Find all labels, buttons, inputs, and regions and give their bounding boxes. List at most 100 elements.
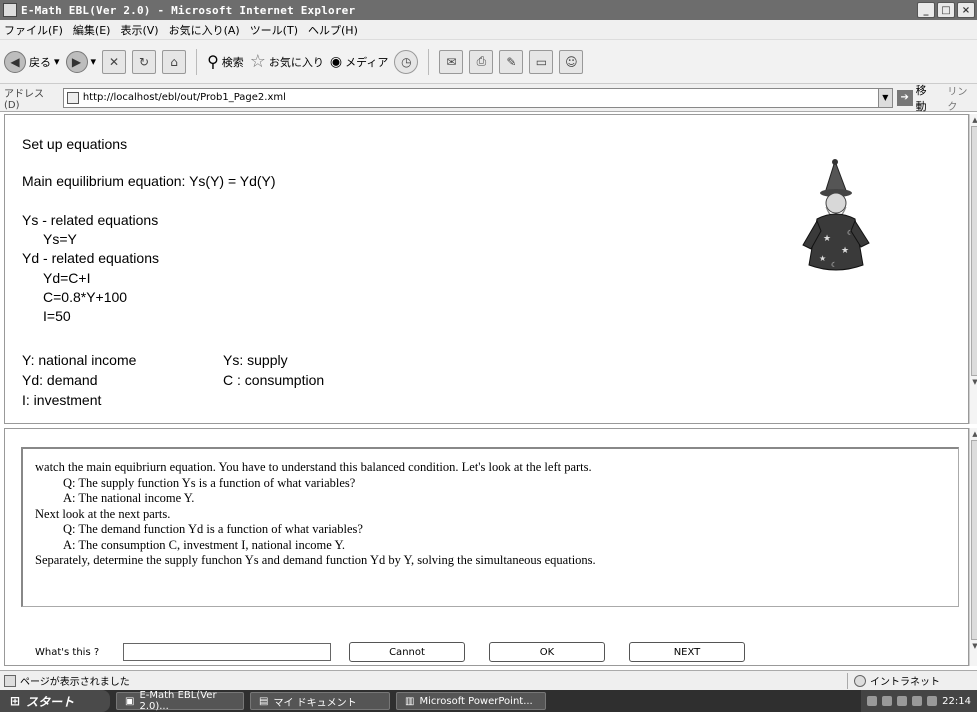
stop-icon[interactable]: ✕ [102, 49, 127, 74]
hint-frame: watch the main equibriurn equation. You … [4, 428, 969, 666]
wizard-character-image: ★ ★ ★ ☾ ☾ [802, 159, 870, 271]
back-label: 戻る [29, 55, 51, 69]
def-supply: Ys: supply [223, 352, 288, 368]
start-button[interactable]: ⊞ スタート [0, 690, 110, 712]
tray-network-icon[interactable] [867, 696, 878, 706]
start-label: スタート [26, 694, 75, 709]
menu-file[interactable]: ファイル(F) [4, 22, 63, 38]
back-button[interactable]: ◀ 戻る ▾ [4, 50, 60, 73]
home-icon[interactable]: ⌂ [162, 49, 187, 74]
search-button[interactable]: ⚲ 検索 [207, 52, 244, 71]
answer-controls: What's this ? Cannot OK NEXT [35, 642, 745, 662]
ys-header: Ys - related equations [22, 212, 159, 228]
scroll-down-icon[interactable]: ▼ [970, 376, 977, 388]
scroll-down-icon[interactable]: ▼ [970, 640, 977, 652]
address-bar: アドレス(D) http://localhost/ebl/out/Prob1_P… [0, 82, 977, 114]
next-button[interactable]: NEXT [629, 642, 745, 662]
def-demand: Yd: demand [22, 372, 98, 388]
menu-view[interactable]: 表示(V) [120, 22, 158, 38]
tray-ime-icon[interactable] [882, 696, 893, 706]
print-icon[interactable]: ⎙ [469, 49, 494, 74]
consumption-equation: C=0.8*Y+100 [43, 289, 128, 305]
discuss-icon[interactable]: ▭ [529, 49, 554, 74]
toolbar-separator [428, 48, 430, 75]
toolbar-separator [196, 48, 198, 75]
whats-this-input[interactable] [123, 643, 331, 661]
chevron-down-icon[interactable]: ▼ [877, 88, 892, 107]
scroll-up-icon[interactable]: ▲ [970, 114, 977, 126]
status-left: ページが表示されました [4, 673, 847, 688]
browser-toolbar: ◀ 戻る ▾ ▶ ▾ ✕ ↻ ⌂ ⚲ 検索 ☆ お気に入り ◉ メディア ◷ ✉… [0, 40, 977, 84]
explanation-box: watch the main equibriurn equation. You … [21, 447, 959, 607]
maximize-button[interactable]: □ [937, 2, 955, 18]
folder-icon: ▤ [259, 695, 269, 707]
go-button[interactable]: ➔ 移動 [896, 82, 938, 114]
def-national-income: Y: national income [22, 352, 137, 368]
def-consumption: C : consumption [223, 372, 325, 388]
tray-security-icon[interactable] [912, 696, 923, 706]
clock: 22:14 [942, 695, 971, 707]
task-ie-label: E-Math EBL(Ver 2.0)... [139, 690, 217, 712]
menu-favorites[interactable]: お気に入り(A) [169, 22, 240, 38]
media-button[interactable]: ◉ メディア [330, 54, 388, 70]
main-equation: Main equilibrium equation: Ys(Y) = Yd(Y) [22, 173, 276, 189]
investment-equation: I=50 [43, 308, 71, 324]
task-ie[interactable]: ▣ E-Math EBL(Ver 2.0)... [116, 690, 244, 712]
scroll-thumb[interactable] [971, 126, 977, 376]
messenger-icon[interactable]: ☺ [559, 49, 584, 74]
svg-text:☾: ☾ [831, 261, 837, 269]
svg-text:★: ★ [823, 233, 831, 243]
explanation-line: watch the main equibriurn equation. You … [35, 460, 592, 474]
chevron-down-icon: ▾ [90, 55, 97, 68]
menu-tools[interactable]: ツール(T) [250, 22, 298, 38]
star-icon: ☆ [249, 51, 266, 72]
cannot-button[interactable]: Cannot [349, 642, 465, 662]
page-done-icon [4, 674, 16, 687]
forward-button[interactable]: ▶ ▾ [65, 50, 97, 73]
links-label[interactable]: リンク [947, 83, 977, 113]
scroll-thumb[interactable] [971, 440, 977, 640]
status-bar: ページが表示されました イントラネット [0, 670, 977, 690]
ys-equation: Ys=Y [43, 231, 77, 247]
status-zone: イントラネット [847, 672, 977, 689]
task-powerpoint[interactable]: ▥ Microsoft PowerPoint... [396, 692, 546, 710]
scroll-up-icon[interactable]: ▲ [970, 428, 977, 440]
ie-task-icon: ▣ [125, 695, 135, 707]
ok-button[interactable]: OK [489, 642, 605, 662]
go-arrow-icon: ➔ [896, 89, 913, 106]
whats-this-label: What's this ? [35, 646, 100, 658]
problem-scrollbar[interactable]: ▲ ▼ [969, 114, 977, 424]
close-button[interactable]: × [957, 2, 975, 18]
page-icon [66, 91, 79, 104]
minimize-button[interactable]: _ [917, 2, 935, 18]
explanation-line: Separately, determine the supply funchon… [35, 553, 596, 567]
go-label: 移動 [915, 83, 927, 113]
address-input[interactable]: http://localhost/ebl/out/Prob1_Page2.xml… [62, 87, 893, 108]
window-controls: _ □ × [917, 2, 975, 18]
mail-icon[interactable]: ✉ [439, 49, 464, 74]
problem-heading: Set up equations [22, 136, 128, 152]
menu-edit[interactable]: 編集(E) [73, 22, 111, 38]
hint-scrollbar[interactable]: ▲ ▼ [969, 428, 977, 666]
task-my-documents[interactable]: ▤ マイ ドキュメント [250, 692, 390, 710]
window-title: E-Math EBL(Ver 2.0) - Microsoft Internet… [21, 3, 356, 17]
address-label: アドレス(D) [4, 88, 44, 111]
edit-icon[interactable]: ✎ [499, 49, 524, 74]
tray-app-icon[interactable] [927, 696, 938, 706]
yd-header: Yd - related equations [22, 250, 159, 266]
history-icon[interactable]: ◷ [394, 49, 419, 74]
media-label: メディア [345, 55, 389, 69]
explanation-line: Next look at the next parts. [35, 506, 171, 521]
menu-help[interactable]: ヘルプ(H) [308, 22, 358, 38]
chevron-down-icon: ▾ [54, 55, 60, 68]
windows-logo-icon: ⊞ [10, 694, 21, 708]
favorites-label: お気に入り [268, 55, 324, 69]
refresh-icon[interactable]: ↻ [132, 49, 157, 74]
search-label: 検索 [221, 55, 244, 69]
zone-text: イントラネット [870, 677, 940, 688]
explanation-answer: A: The consumption C, investment I, nati… [63, 537, 346, 552]
tray-volume-icon[interactable] [897, 696, 908, 706]
back-arrow-icon: ◀ [4, 50, 26, 73]
explanation-answer: A: The national income Y. [63, 491, 195, 505]
favorites-button[interactable]: ☆ お気に入り [250, 51, 324, 72]
